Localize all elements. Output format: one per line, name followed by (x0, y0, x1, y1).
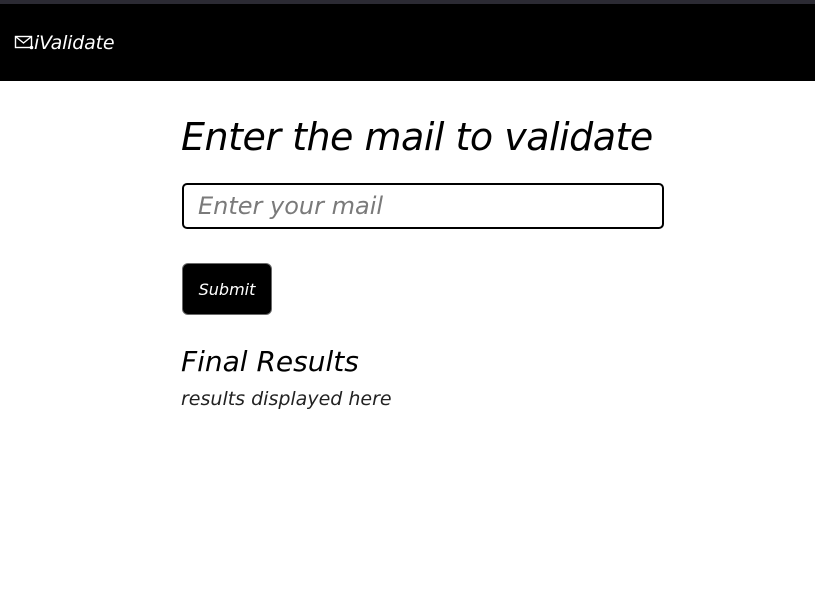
results-text: results displayed here (181, 388, 392, 410)
envelope-icon (14, 32, 34, 54)
submit-button[interactable]: Submit (182, 263, 272, 315)
brand-link[interactable]: iValidate (14, 32, 115, 54)
page-title: Enter the mail to validate (181, 115, 653, 159)
email-input[interactable] (182, 183, 664, 229)
navbar: iValidate (0, 4, 815, 81)
results-heading: Final Results (181, 345, 359, 378)
brand-name: iValidate (34, 32, 115, 54)
